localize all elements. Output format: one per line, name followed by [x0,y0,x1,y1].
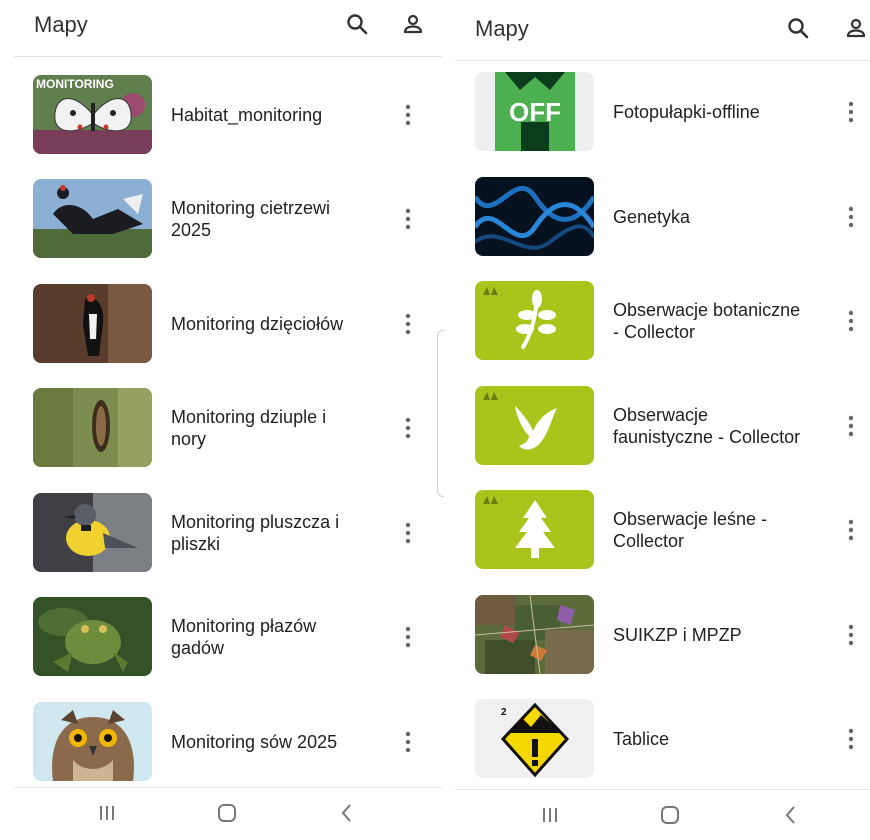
map-thumbnail [475,490,594,569]
list-item[interactable]: MONITORING Habitat_monitoring [14,67,442,163]
recents-icon[interactable] [96,802,118,824]
more-vert-icon[interactable] [847,310,855,332]
list-item[interactable]: Obserwacje leśne - Collector [455,482,870,578]
map-thumbnail [33,597,152,676]
more-vert-icon[interactable] [404,104,412,126]
back-icon[interactable] [336,802,358,824]
map-thumbnail [33,284,152,363]
page-title: Mapy [34,12,88,37]
map-thumbnail [475,386,594,465]
more-vert-icon[interactable] [404,522,412,544]
more-vert-icon[interactable] [847,101,855,123]
list-item[interactable]: Genetyka [455,169,870,265]
item-label: Fotopułapki-offline [613,102,760,122]
item-label: SUIKZP i MPZP [613,625,742,645]
list-item[interactable]: Monitoring sów 2025 [14,694,442,790]
item-label: Monitoring dziuple i nory [171,407,327,449]
list-item[interactable]: Monitoring pluszcza i pliszki [14,485,442,581]
left-screen: Mapy MONITORING Habitat_monitoring Monit… [14,0,442,838]
system-navigation-bar [455,789,870,840]
more-vert-icon[interactable] [847,728,855,750]
thumb-caption: 2 [501,707,507,718]
map-thumbnail [475,177,594,256]
more-vert-icon[interactable] [404,626,412,648]
item-label: Monitoring cietrzewi 2025 [171,198,331,240]
list-item[interactable]: Monitoring płazów gadów [14,589,442,685]
account-icon[interactable] [401,12,425,36]
recents-icon[interactable] [539,804,561,826]
right-screen: Mapy OFF Fotopułapki-offline Genetyka Ob… [455,0,870,840]
more-vert-icon[interactable] [847,624,855,646]
more-vert-icon[interactable] [847,519,855,541]
search-icon[interactable] [786,16,810,40]
list-item[interactable]: Monitoring dzięciołów [14,276,442,372]
item-label: Obserwacje leśne - Collector [613,509,768,551]
list-item[interactable]: Monitoring dziuple i nory [14,380,442,476]
divider [446,0,450,825]
map-thumbnail [475,281,594,360]
item-label: Monitoring płazów gadów [171,616,317,658]
item-label: Obserwacje faunistyczne - Collector [613,405,801,447]
map-thumbnail: MONITORING [33,75,152,154]
item-label: Habitat_monitoring [171,105,323,125]
more-vert-icon[interactable] [404,731,412,753]
page-title: Mapy [475,16,529,41]
map-thumbnail [33,179,152,258]
home-icon[interactable] [659,804,681,826]
item-label: Tablice [613,729,670,749]
item-label: Obserwacje botaniczne - Collector [613,300,801,342]
scroll-handle[interactable] [437,330,444,497]
map-thumbnail [475,595,594,674]
list-item[interactable]: SUIKZP i MPZP [455,587,870,683]
map-thumbnail [33,493,152,572]
more-vert-icon[interactable] [847,206,855,228]
item-label: Genetyka [613,207,691,227]
home-icon[interactable] [216,802,238,824]
search-icon[interactable] [345,12,369,36]
list-item[interactable]: Obserwacje faunistyczne - Collector [455,378,870,474]
item-label: Monitoring dzięciołów [171,314,344,334]
item-label: Monitoring sów 2025 [171,732,338,752]
back-icon[interactable] [780,804,802,826]
system-navigation-bar [14,787,442,838]
map-thumbnail: OFF [475,72,594,151]
account-icon[interactable] [844,16,868,40]
more-vert-icon[interactable] [404,313,412,335]
list-item[interactable]: OFF Fotopułapki-offline [455,64,870,160]
thumb-caption: MONITORING [36,77,114,91]
more-vert-icon[interactable] [404,208,412,230]
app-bar: Mapy [14,0,442,57]
more-vert-icon[interactable] [847,415,855,437]
map-thumbnail: 2 [475,699,594,778]
map-thumbnail [33,702,152,781]
item-label: Monitoring pluszcza i pliszki [171,512,340,554]
more-vert-icon[interactable] [404,417,412,439]
map-thumbnail [33,388,152,467]
list-item[interactable]: Monitoring cietrzewi 2025 [14,171,442,267]
app-bar: Mapy [455,0,870,61]
list-item[interactable]: Obserwacje botaniczne - Collector [455,273,870,369]
list-item[interactable]: 2 Tablice [455,691,870,787]
thumb-caption: OFF [509,97,561,127]
